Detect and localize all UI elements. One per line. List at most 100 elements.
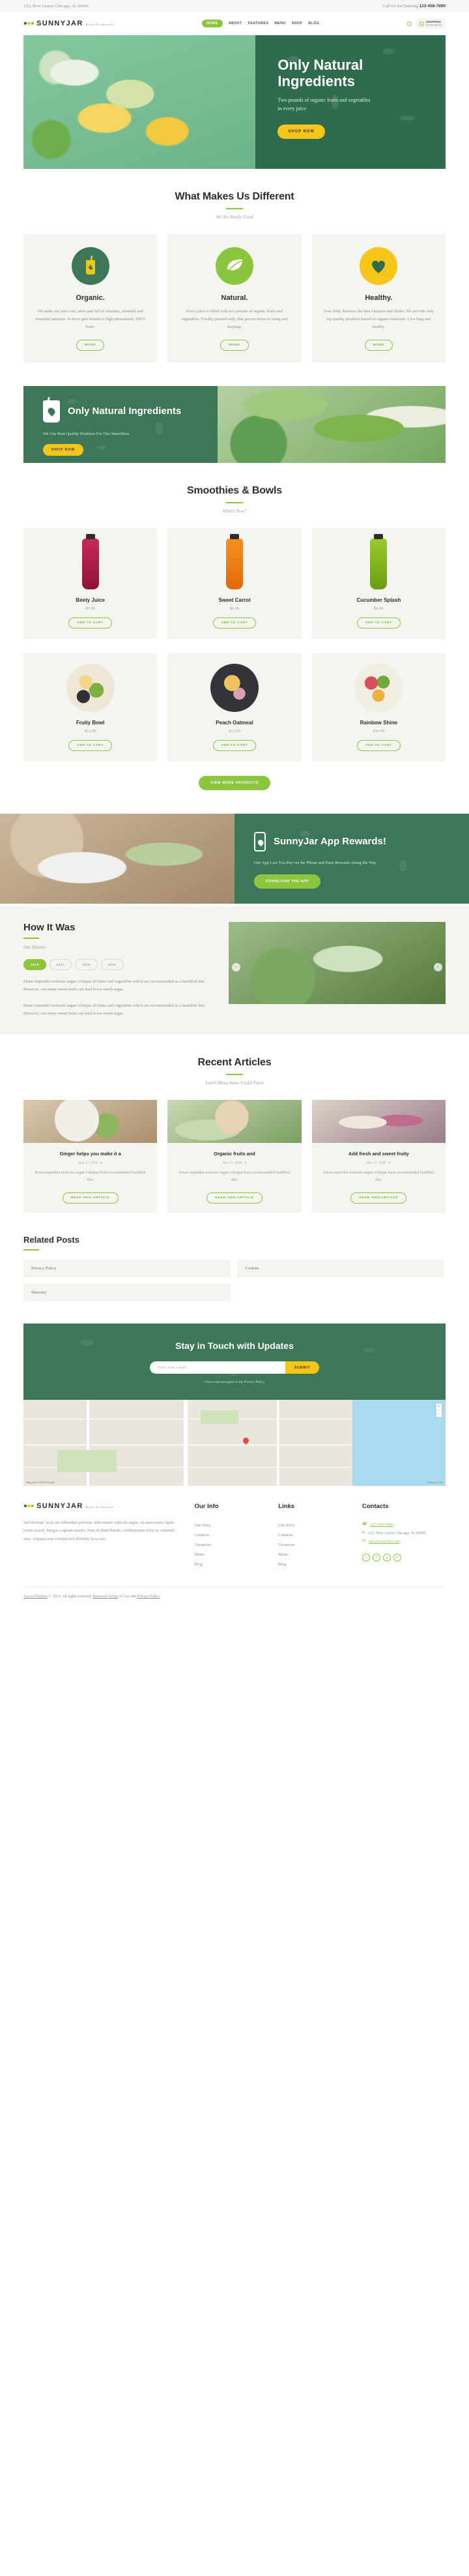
articles-subtitle: Learn About Some Useful Facts — [205, 1080, 264, 1086]
cart-button[interactable]: SHOPPING CART $0.00 — [415, 18, 446, 29]
nav-item-about[interactable]: ABOUT — [229, 22, 242, 25]
footer-link-blog[interactable]: Blog — [195, 1560, 267, 1569]
footer-link-blog[interactable]: Blog — [278, 1560, 350, 1569]
footer-link-our-story[interactable]: Our Story — [195, 1520, 267, 1530]
footer-brand-name: SUNNYJAR — [36, 1502, 83, 1511]
product-card[interactable]: Rainbow Shine $10.99 ADD TO CART — [311, 653, 446, 762]
logo-hearts-icon — [23, 1505, 34, 1508]
heart-icon — [360, 247, 398, 285]
footer-contact-phone[interactable]: 123-456-7890 — [370, 1520, 393, 1529]
related-post-privacy-policy[interactable]: Privacy Policy — [23, 1260, 231, 1278]
privacy-policy-link[interactable]: Privacy Policy — [137, 1595, 160, 1599]
tab-2018[interactable]: 2018 — [23, 958, 46, 970]
location-map[interactable]: + − Map data ©2019 Google Terms of Use — [23, 1400, 446, 1487]
hero-title: Only Natural Ingredients — [277, 57, 363, 89]
map-zoom-out-button[interactable]: − — [436, 1410, 442, 1417]
how-it-was-section: How It Was Our History 2018 2017 2016 20… — [0, 906, 469, 1035]
brand-name: SUNNYJAR — [36, 19, 83, 27]
bowl-icon — [354, 663, 403, 712]
map-terms-link[interactable]: Terms of Use — [427, 1481, 443, 1484]
add-to-cart-button[interactable]: ADD TO CART — [212, 739, 257, 751]
add-to-cart-button[interactable]: ADD TO CART — [212, 617, 257, 629]
nav-item-menu[interactable]: MENU — [274, 22, 285, 25]
product-card[interactable]: Sweet Carrot $6.99 ADD TO CART — [167, 527, 302, 639]
map-attribution: Map data ©2019 Google — [26, 1481, 55, 1485]
logo[interactable]: SUNNYJAR Bowls & Smoothie — [23, 20, 115, 27]
article-card[interactable]: Organic fruits and Nov 17, 2018 · 0 Etia… — [167, 1100, 302, 1213]
product-card[interactable]: Cucumber Splash $6.99 ADD TO CART — [311, 527, 446, 639]
feature-card-more-button[interactable]: MORE — [76, 339, 105, 351]
mail-icon: ✉ — [362, 1539, 365, 1544]
tab-2017[interactable]: 2017 — [49, 958, 72, 970]
nav-item-blog[interactable]: BLOG — [308, 22, 319, 25]
footer-contact-email[interactable]: info@yoursite.com — [369, 1537, 400, 1546]
products-subtitle: What's New? — [222, 508, 247, 514]
footer-link-menu[interactable]: Menu — [278, 1550, 350, 1560]
related-post-masonry[interactable]: Masonry — [23, 1284, 231, 1302]
feature-card-more-button[interactable]: MORE — [220, 339, 249, 351]
add-to-cart-button[interactable]: ADD TO CART — [68, 739, 112, 751]
nav-item-features[interactable]: FEATURES — [248, 22, 269, 25]
product-price: $12.99 — [229, 728, 240, 733]
bottle-icon — [225, 533, 243, 589]
add-to-cart-button[interactable]: ADD TO CART — [356, 617, 401, 629]
footer-link-menu[interactable]: Menu — [195, 1550, 267, 1560]
hero-subtitle: Two pounds of organic fruits and vegetab… — [277, 97, 371, 112]
footer-link-contacts[interactable]: Contacts — [278, 1530, 350, 1540]
how-slider-image: ‹ › — [229, 921, 446, 1004]
search-icon[interactable] — [406, 21, 412, 26]
product-card[interactable]: Peach Oatmeal $12.99 ADD TO CART — [167, 653, 302, 762]
subscribe-email-input[interactable]: Enter your e-mail — [149, 1361, 285, 1374]
section-rule — [23, 937, 39, 939]
feature-card-title: Healthy. — [365, 294, 393, 302]
footer-link-contacts[interactable]: Contacts — [195, 1530, 267, 1540]
terms-link[interactable]: Reserved Terms — [93, 1595, 119, 1599]
tab-2016[interactable]: 2016 — [75, 958, 98, 970]
promo-banner-shop-button[interactable]: SHOP NOW — [43, 443, 83, 456]
footer-link-vacancies[interactable]: Vacancies — [195, 1540, 267, 1550]
hero-shop-now-button[interactable]: SHOP NOW — [277, 124, 325, 139]
google-icon[interactable]: g — [382, 1554, 391, 1562]
read-article-button[interactable]: READ THIS ARTICLE — [350, 1192, 407, 1204]
article-image — [167, 1100, 302, 1144]
related-posts-section: Related Posts Privacy Policy Cookies Mas… — [23, 1235, 446, 1302]
topbar-call-label: Call Us for Ordering — [382, 3, 418, 8]
slider-prev-icon[interactable]: ‹ — [232, 962, 241, 971]
product-card[interactable]: Fruity Bowl $12.99 ADD TO CART — [23, 653, 158, 762]
footer-link-vacancies[interactable]: Vacancies — [278, 1540, 350, 1550]
copyright-brand-link[interactable]: AncoraThemes — [23, 1595, 48, 1599]
related-posts-title: Related Posts — [23, 1235, 79, 1245]
read-article-button[interactable]: READ THIS ARTICLE — [206, 1192, 263, 1204]
related-post-cookies[interactable]: Cookies — [237, 1260, 444, 1278]
app-promo-title: SunnyJar App Rewards! — [274, 835, 386, 847]
slider-next-icon[interactable]: › — [434, 962, 442, 971]
app-promo-section: SunnyJar App Rewards! Our App Lets You P… — [0, 813, 469, 904]
facebook-icon[interactable]: f — [372, 1554, 380, 1562]
article-card[interactable]: Ginger helps you make it a Nov 17, 2018 … — [23, 1100, 158, 1213]
twitter-icon[interactable]: t — [362, 1554, 370, 1562]
article-image — [311, 1100, 446, 1144]
footer-logo[interactable]: SUNNYJAR Bowls & Smoothie — [23, 1503, 183, 1510]
product-card[interactable]: Beety Juice $7.99 ADD TO CART — [23, 527, 158, 639]
nav-item-home[interactable]: HOME — [202, 20, 223, 27]
linkedin-icon[interactable]: in — [393, 1554, 401, 1562]
download-app-button[interactable]: DOWNLOAD THE APP — [254, 874, 321, 889]
article-grid: Ginger helps you make it a Nov 17, 2018 … — [23, 1100, 446, 1213]
nav-item-shop[interactable]: SHOP — [292, 22, 303, 25]
view-more-products-button[interactable]: VIEW MORE PRODUCTS — [199, 775, 270, 790]
footer-column-contacts: Contacts ☎ 123-456-7890 ● 123, New Lenox… — [362, 1503, 446, 1569]
feature-card-healthy: Healthy. Your body deserves the best vit… — [311, 234, 446, 363]
add-to-cart-button[interactable]: ADD TO CART — [68, 617, 112, 629]
feature-card-more-button[interactable]: MORE — [364, 339, 393, 351]
topbar-phone[interactable]: 123-456-7890 — [419, 4, 446, 8]
read-article-button[interactable]: READ THIS ARTICLE — [62, 1192, 119, 1204]
add-to-cart-button[interactable]: ADD TO CART — [356, 739, 401, 751]
section-rule — [226, 501, 243, 503]
subscribe-submit-button[interactable]: SUBMIT — [285, 1361, 320, 1374]
product-name: Beety Juice — [76, 597, 105, 603]
footer-link-our-story[interactable]: Our Story — [278, 1520, 350, 1530]
article-card[interactable]: Add fresh and sweet fruity Nov 17, 2018 … — [311, 1100, 446, 1213]
map-zoom-controls[interactable]: + − — [436, 1403, 442, 1418]
tab-2015[interactable]: 2015 — [100, 958, 124, 970]
map-zoom-in-button[interactable]: + — [436, 1404, 442, 1410]
